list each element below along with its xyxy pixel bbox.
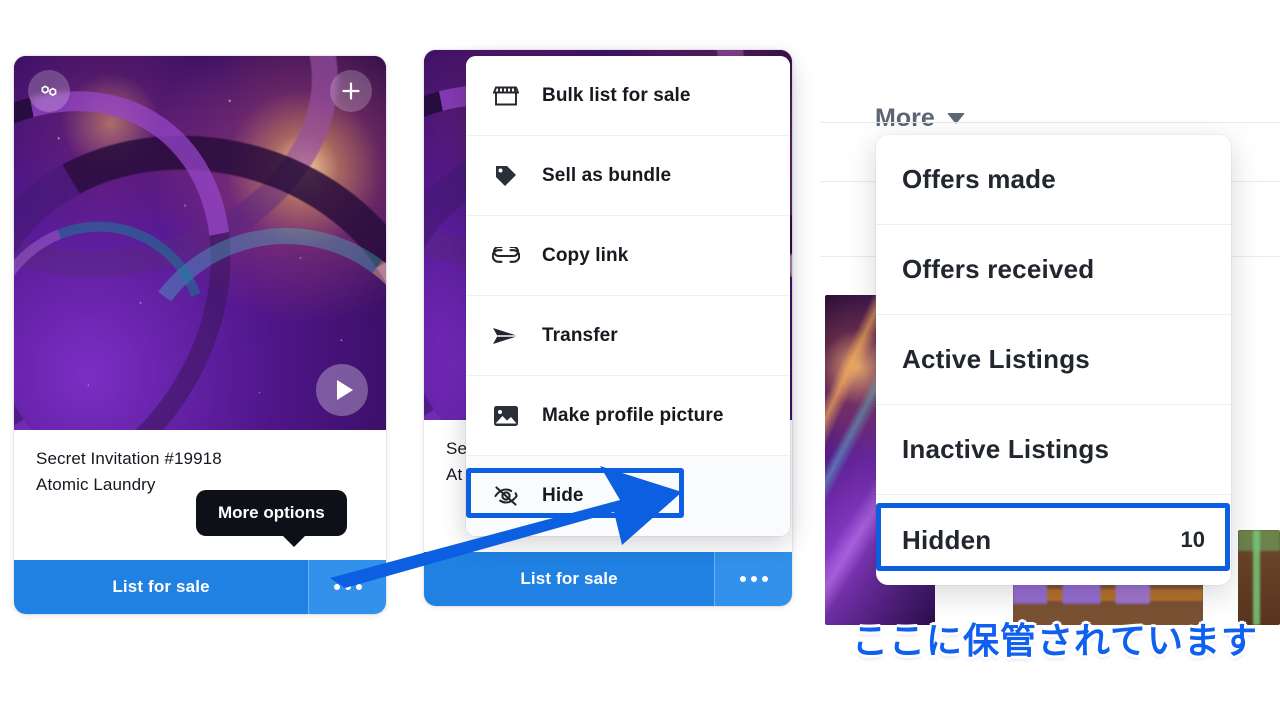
divider — [820, 122, 1280, 123]
send-icon — [492, 325, 520, 347]
dropdown-item-offers-made[interactable]: Offers made — [876, 135, 1231, 225]
context-menu[interactable]: Bulk list for sale Sell as bundle Copy l… — [466, 56, 790, 536]
japanese-caption: ここに保管されています — [852, 621, 1258, 662]
more-options-button[interactable] — [308, 560, 386, 614]
play-triangle — [336, 380, 353, 400]
dropdown-item-hidden[interactable]: Hidden 10 — [876, 495, 1231, 585]
right-panel: More Offers made Offers received Active … — [820, 40, 1280, 640]
tooltip-tail — [280, 534, 307, 547]
menu-item-bulk-list-for-sale[interactable]: Bulk list for sale — [466, 56, 790, 136]
list-for-sale-button[interactable]: List for sale — [424, 552, 714, 606]
card-actions-left: List for sale — [14, 560, 386, 614]
play-icon[interactable] — [316, 364, 368, 416]
more-options-tooltip: More options — [196, 490, 347, 547]
card-actions-middle: List for sale — [424, 552, 792, 606]
menu-item-hide[interactable]: Hide — [466, 456, 790, 536]
menu-item-label: Make profile picture — [542, 404, 724, 426]
eye-off-icon — [492, 484, 520, 508]
menu-item-sell-as-bundle[interactable]: Sell as bundle — [466, 136, 790, 216]
menu-item-label: Bulk list for sale — [542, 84, 691, 106]
menu-item-label: Transfer — [542, 324, 618, 346]
ellipsis-icon — [333, 584, 362, 590]
menu-item-label: Copy link — [542, 244, 629, 266]
more-dropdown-trigger[interactable]: More — [875, 104, 965, 133]
dropdown-item-active-listings[interactable]: Active Listings — [876, 315, 1231, 405]
nft-title: Secret Invitation #19918 — [36, 449, 222, 468]
nft-artwork-left[interactable] — [14, 56, 386, 430]
dropdown-item-label: Offers received — [902, 254, 1095, 284]
more-label: More — [875, 104, 935, 132]
tag-icon — [492, 163, 520, 189]
dropdown-item-label: Hidden — [902, 524, 992, 555]
link-icon — [492, 246, 520, 265]
more-options-button[interactable] — [714, 552, 792, 606]
image-icon — [492, 404, 520, 428]
list-for-sale-button[interactable]: List for sale — [14, 560, 308, 614]
dropdown-item-label: Inactive Listings — [902, 434, 1110, 464]
screenshot-root: Secret Invitation #19918 Atomic Laundry … — [0, 0, 1280, 720]
plus-icon[interactable] — [330, 70, 372, 112]
dropdown-item-offers-received[interactable]: Offers received — [876, 225, 1231, 315]
storefront-icon — [492, 84, 520, 108]
dropdown-item-count: 10 — [1180, 527, 1205, 552]
menu-item-make-profile-picture[interactable]: Make profile picture — [466, 376, 790, 456]
tooltip-label: More options — [218, 503, 325, 522]
menu-item-transfer[interactable]: Transfer — [466, 296, 790, 376]
dropdown-item-inactive-listings[interactable]: Inactive Listings — [876, 405, 1231, 495]
dropdown-item-label: Active Listings — [902, 344, 1090, 374]
menu-item-label: Sell as bundle — [542, 164, 672, 186]
more-dropdown-menu[interactable]: Offers made Offers received Active Listi… — [876, 135, 1231, 585]
dropdown-item-label: Offers made — [902, 164, 1056, 194]
menu-item-copy-link[interactable]: Copy link — [466, 216, 790, 296]
thumbnail-pixel-art[interactable] — [1238, 530, 1280, 625]
menu-item-label: Hide — [542, 485, 584, 506]
ellipsis-icon — [739, 576, 768, 582]
polygon-icon — [28, 70, 70, 112]
